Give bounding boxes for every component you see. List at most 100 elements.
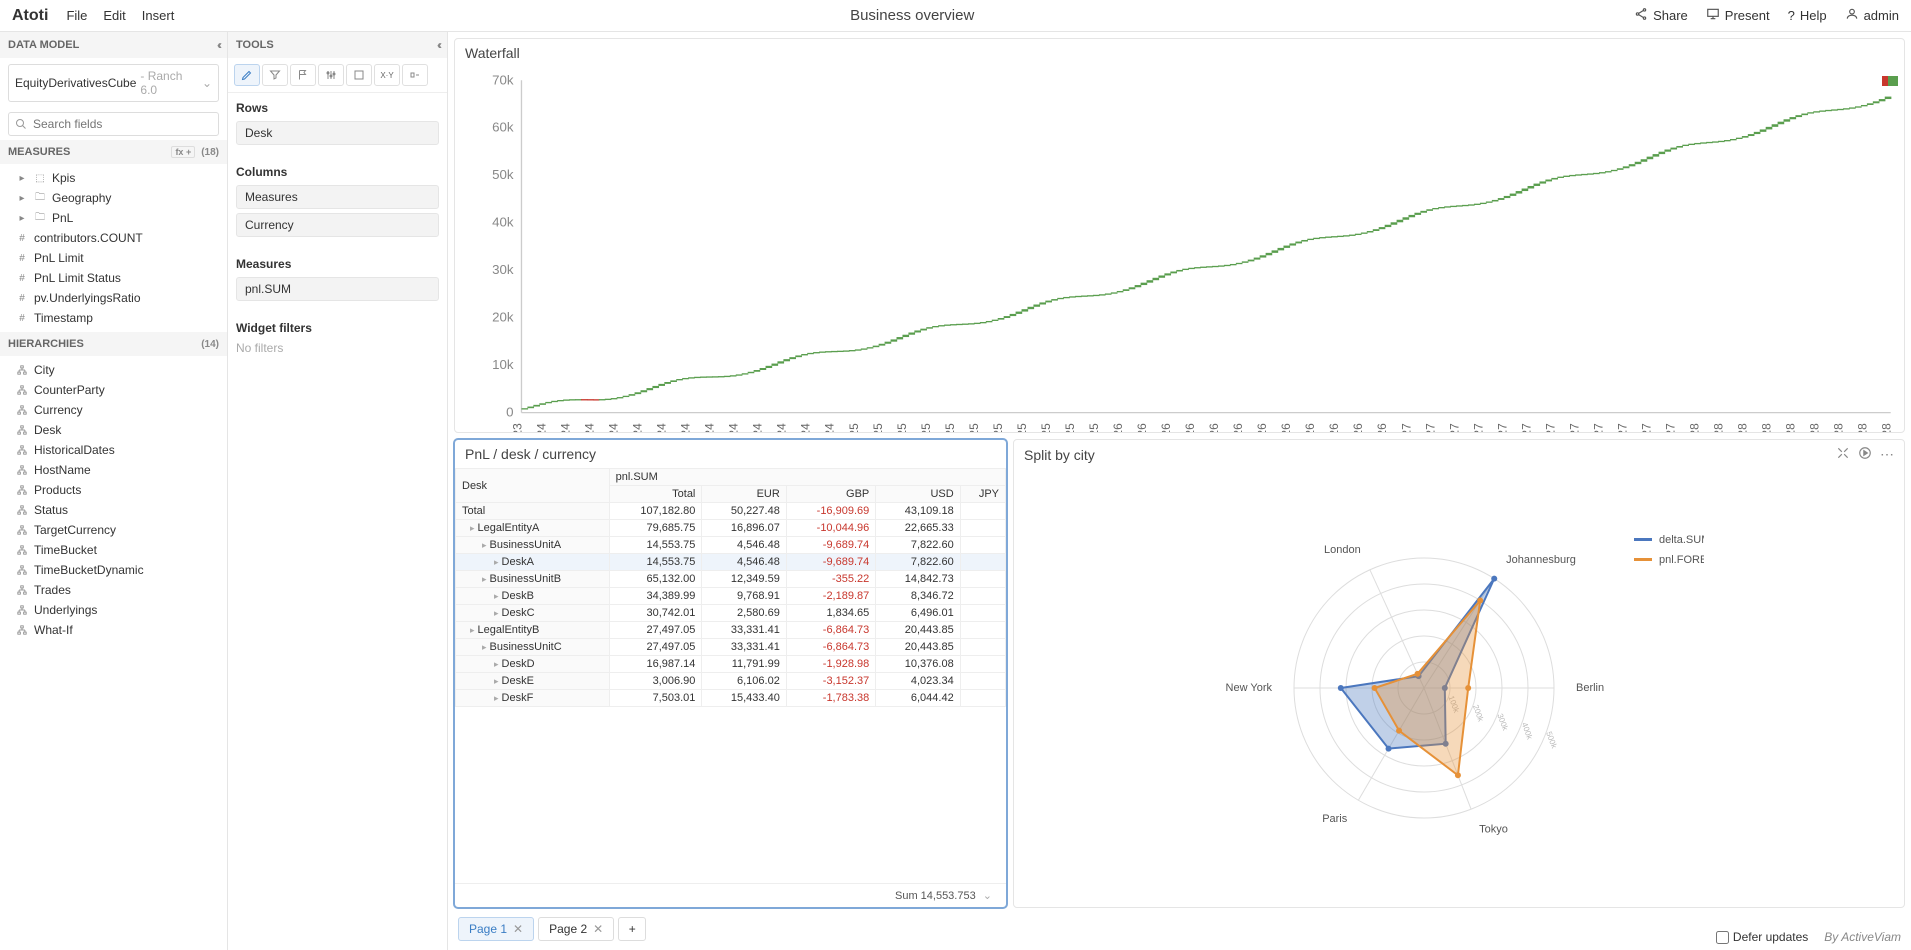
defer-checkbox[interactable] xyxy=(1716,931,1729,944)
pivot-grid[interactable]: Deskpnl.SUMTotalEURGBPUSDJPYTotal107,182… xyxy=(455,468,1006,883)
tab-page1-label: Page 1 xyxy=(469,922,507,936)
tab-page1[interactable]: Page 1 ✕ xyxy=(458,917,534,941)
hierarchy-item[interactable]: Status xyxy=(0,500,227,520)
svg-text:30k: 30k xyxy=(492,262,514,277)
collapse-data-model-icon[interactable]: ‹‹ xyxy=(217,38,219,52)
cube-version: - Ranch 6.0 xyxy=(140,69,202,97)
svg-text:0: 0 xyxy=(506,405,513,420)
hierarchy-item[interactable]: Trades xyxy=(0,580,227,600)
close-icon[interactable]: ✕ xyxy=(593,922,603,936)
menu-file[interactable]: File xyxy=(66,8,87,23)
radar-chart: LondonJohannesburgBerlinTokyoParisNew Yo… xyxy=(1214,528,1704,848)
help-label: Help xyxy=(1800,8,1827,23)
rows-label: Rows xyxy=(236,101,439,115)
tool-misc-button[interactable] xyxy=(402,64,428,86)
hierarchy-label: HistoricalDates xyxy=(34,443,115,457)
expand-icon[interactable] xyxy=(1836,446,1850,463)
columns-chip-measures[interactable]: Measures xyxy=(236,185,439,209)
svg-text:18-12-2026: 18-12-2026 xyxy=(1375,423,1389,433)
measures-header: MEASURES fx + (18) xyxy=(0,140,227,164)
hierarchy-icon xyxy=(16,404,28,416)
close-icon[interactable]: ✕ xyxy=(513,922,523,936)
hierarchy-item[interactable]: Desk xyxy=(0,420,227,440)
chevron-down-icon: ⌄ xyxy=(202,76,212,90)
fx-badge[interactable]: fx + xyxy=(171,146,195,158)
hierarchy-icon xyxy=(16,584,28,596)
tool-flag-button[interactable] xyxy=(290,64,316,86)
measure-item[interactable]: ▸⬚Kpis xyxy=(0,168,227,188)
svg-text:01-05-2026: 01-05-2026 xyxy=(1207,423,1221,433)
add-page-button[interactable]: + xyxy=(618,917,646,941)
svg-text:08-01-2027: 08-01-2027 xyxy=(1399,423,1413,433)
hierarchy-item[interactable]: What-If xyxy=(0,620,227,640)
hierarchy-item[interactable]: City xyxy=(0,360,227,380)
radar-widget[interactable]: Split by city ⋯ LondonJohannesburgBerlin… xyxy=(1013,439,1905,908)
hierarchy-label: What-If xyxy=(34,623,73,637)
tool-filter-button[interactable] xyxy=(262,64,288,86)
present-button[interactable]: Present xyxy=(1706,7,1770,24)
search-fields[interactable] xyxy=(8,112,219,136)
menu-edit[interactable]: Edit xyxy=(103,8,125,23)
menu-insert[interactable]: Insert xyxy=(142,8,175,23)
svg-text:14-01-2026: 14-01-2026 xyxy=(1111,423,1125,433)
cube-selector[interactable]: EquityDerivativesCube - Ranch 6.0 ⌄ xyxy=(8,64,219,102)
svg-text:06-09-2028: 06-09-2028 xyxy=(1832,423,1846,433)
more-icon[interactable]: ⋯ xyxy=(1880,446,1894,463)
svg-text:22-09-2024: 22-09-2024 xyxy=(751,423,765,433)
rows-chip-desk[interactable]: Desk xyxy=(236,121,439,145)
measure-label: pv.UnderlyingsRatio xyxy=(34,291,141,305)
chevron-down-icon[interactable]: ⌄ xyxy=(983,890,992,902)
play-icon[interactable] xyxy=(1858,446,1872,463)
hash-icon: # xyxy=(16,272,28,284)
tool-xy-button[interactable]: X·Y xyxy=(374,64,400,86)
user-menu[interactable]: admin xyxy=(1845,7,1899,24)
hierarchy-item[interactable]: TargetCurrency xyxy=(0,520,227,540)
defer-updates-toggle[interactable]: Defer updates xyxy=(1716,930,1808,944)
tool-sliders-button[interactable] xyxy=(318,64,344,86)
measures-chip-pnlsum[interactable]: pnl.SUM xyxy=(236,277,439,301)
hierarchy-icon xyxy=(16,464,28,476)
measure-item[interactable]: #PnL Limit xyxy=(0,248,227,268)
no-filters-text: No filters xyxy=(236,341,439,355)
hierarchy-item[interactable]: Underlyings xyxy=(0,600,227,620)
measure-item[interactable]: #Timestamp xyxy=(0,308,227,328)
hierarchy-item[interactable]: Currency xyxy=(0,400,227,420)
hierarchy-label: HostName xyxy=(34,463,91,477)
tool-edit-button[interactable] xyxy=(234,64,260,86)
svg-text:29-10-2026: 29-10-2026 xyxy=(1327,423,1341,433)
waterfall-widget[interactable]: Waterfall 010k20k30k40k50k60k70k15-12-20… xyxy=(454,38,1905,433)
svg-text:22-01-2026: 22-01-2026 xyxy=(1135,423,1149,433)
share-button[interactable]: Share xyxy=(1634,7,1688,24)
hierarchy-label: Products xyxy=(34,483,81,497)
tab-page2[interactable]: Page 2 ✕ xyxy=(538,917,614,941)
search-input[interactable] xyxy=(33,117,212,131)
hierarchy-item[interactable]: CounterParty xyxy=(0,380,227,400)
tool-maximize-button[interactable] xyxy=(346,64,372,86)
help-button[interactable]: ? Help xyxy=(1788,8,1827,23)
hierarchy-item[interactable]: Products xyxy=(0,480,227,500)
measures-label: MEASURES xyxy=(8,146,70,158)
measure-item[interactable]: #contributors.COUNT xyxy=(0,228,227,248)
svg-text:25-05-2028: 25-05-2028 xyxy=(1784,423,1798,433)
svg-text:14-01-2028: 14-01-2028 xyxy=(1688,423,1702,433)
pivot-sum: Sum 14,553.753 xyxy=(895,890,976,902)
hierarchy-item[interactable]: TimeBucketDynamic xyxy=(0,560,227,580)
measure-item[interactable]: #PnL Limit Status xyxy=(0,268,227,288)
svg-text:300k: 300k xyxy=(1495,712,1510,732)
hierarchy-item[interactable]: HostName xyxy=(0,460,227,480)
hierarchy-item[interactable]: HistoricalDates xyxy=(0,440,227,460)
svg-text:17-04-2025: 17-04-2025 xyxy=(943,423,957,433)
hierarchies-tree: CityCounterPartyCurrencyDesk HistoricalDa… xyxy=(0,356,227,950)
measure-item[interactable]: ▸🗀Geography xyxy=(0,188,227,208)
measure-item[interactable]: ▸🗀PnL xyxy=(0,208,227,228)
columns-chip-currency[interactable]: Currency xyxy=(236,213,439,237)
dashboard-canvas: Waterfall 010k20k30k40k50k60k70k15-12-20… xyxy=(448,32,1911,950)
hierarchy-label: TargetCurrency xyxy=(34,523,116,537)
measure-item[interactable]: #pv.UnderlyingsRatio xyxy=(0,288,227,308)
cube-name: EquityDerivativesCube xyxy=(15,76,136,90)
svg-text:New York: New York xyxy=(1226,682,1273,694)
collapse-tools-icon[interactable]: ‹‹ xyxy=(437,38,439,52)
pivot-widget[interactable]: PnL / desk / currency Deskpnl.SUMTotalEU… xyxy=(454,439,1007,908)
svg-text:18-09-2027: 18-09-2027 xyxy=(1591,423,1605,433)
hierarchy-item[interactable]: TimeBucket xyxy=(0,540,227,560)
